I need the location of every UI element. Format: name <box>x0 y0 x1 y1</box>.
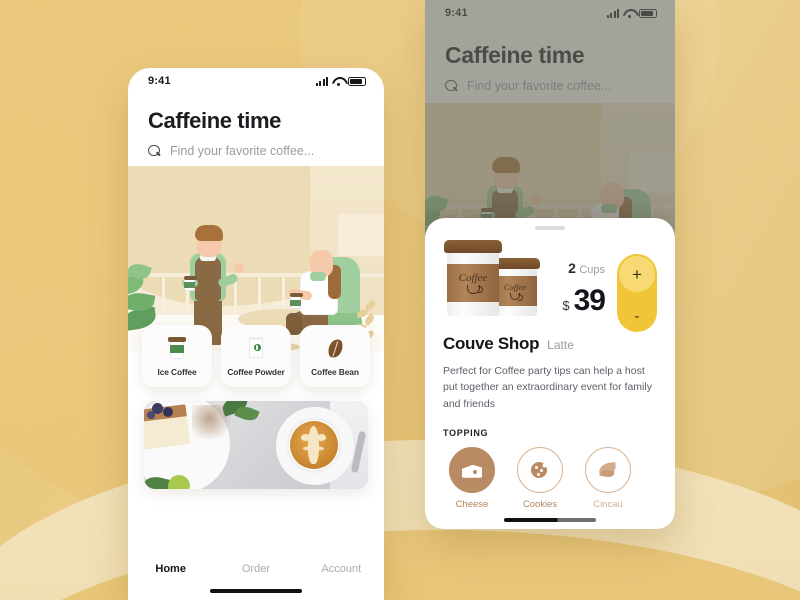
cincau-leaf-icon <box>598 461 618 479</box>
topping-option-list: Cheese Cookies Cincau <box>443 446 657 510</box>
shop-row: Couve Shop Latte <box>443 334 657 354</box>
home-indicator[interactable] <box>504 518 596 522</box>
left-phone-screen: 9:41 Caffeine time Find your favorite co… <box>128 68 384 600</box>
coffee-cup-large: Coffee <box>444 240 502 316</box>
category-card-list: Ice Coffee Coffee Powder Coffee Bean <box>128 325 384 387</box>
cheese-icon <box>462 462 482 478</box>
product-detail-sheet: Coffee Coffee 2 Cups $ 39 + - Couve Shop… <box>425 218 675 529</box>
cake-and-latte-photo[interactable] <box>144 401 368 489</box>
nav-item-home[interactable]: Home <box>128 563 213 575</box>
category-label: Ice Coffee <box>157 367 197 377</box>
category-label: Coffee Powder <box>227 367 285 377</box>
topping-section-title: TOPPING <box>443 427 489 438</box>
cafe-people-illustration <box>128 166 384 351</box>
price-block: 2 Cups $ 39 <box>549 232 609 318</box>
product-variant: Latte <box>547 338 574 352</box>
cup-glyph-icon <box>510 293 523 301</box>
status-icons <box>315 76 366 86</box>
category-card-coffee-bean[interactable]: Coffee Bean <box>300 325 370 387</box>
search-icon <box>148 144 161 158</box>
search-input[interactable]: Find your favorite coffee... <box>170 144 314 158</box>
battery-icon <box>348 76 366 86</box>
nav-item-order[interactable]: Order <box>213 563 298 575</box>
illustration-woman-cup <box>290 293 303 309</box>
topping-label: Cincau <box>593 498 623 510</box>
price-value: 39 <box>573 284 606 317</box>
topping-label: Cheese <box>455 498 489 510</box>
quantity-display: 2 Cups <box>549 260 605 276</box>
right-phone-screen: 9:41 Caffeine time Find your favorite co… <box>425 0 675 529</box>
category-label: Coffee Bean <box>311 367 359 377</box>
coffee-cup-small: Coffee <box>490 258 540 316</box>
category-card-coffee-powder[interactable]: Coffee Powder <box>221 325 291 387</box>
topping-circle[interactable] <box>449 446 495 493</box>
status-time: 9:41 <box>148 75 171 87</box>
decrease-quantity-button[interactable]: - <box>617 309 657 324</box>
topping-circle[interactable] <box>585 446 631 493</box>
cup-sleeve-label: Coffee <box>458 272 488 284</box>
price-row: $ 39 <box>549 284 606 318</box>
topping-option-cincau[interactable]: Cincau <box>583 446 633 510</box>
illustration-man-cup <box>184 276 197 291</box>
increase-quantity-button[interactable]: + <box>619 256 655 292</box>
illustration-plant <box>128 260 174 333</box>
topping-circle[interactable] <box>517 446 563 493</box>
coffee-powder-pack-icon <box>244 335 268 361</box>
topping-option-cheese[interactable]: Cheese <box>447 446 497 510</box>
home-indicator[interactable] <box>210 589 302 593</box>
cookie-icon <box>530 460 550 479</box>
quantity-stepper[interactable]: + - <box>617 254 657 332</box>
coffee-bean-icon <box>323 335 347 361</box>
cup-glyph-icon <box>466 285 483 294</box>
quantity-value: 2 <box>568 260 576 276</box>
ice-coffee-cup-icon <box>165 335 189 361</box>
product-description: Perfect for Coffee party tips can help a… <box>443 365 652 410</box>
currency-symbol: $ <box>562 298 570 313</box>
cup-sleeve-label: Coffee <box>503 282 527 292</box>
page-background <box>0 0 800 600</box>
topping-option-cookies[interactable]: Cookies <box>515 446 565 510</box>
search-bar[interactable]: Find your favorite coffee... <box>128 134 384 158</box>
product-summary: Coffee Coffee 2 Cups $ 39 + - <box>443 232 657 332</box>
topping-label: Cookies <box>522 498 558 510</box>
sheet-grab-handle[interactable] <box>535 226 565 230</box>
quantity-unit: Cups <box>579 264 605 276</box>
wifi-icon <box>332 77 344 86</box>
two-coffee-cups-illustration: Coffee Coffee <box>443 234 541 322</box>
signal-bars-icon <box>315 76 328 86</box>
page-title: Caffeine time <box>148 108 281 133</box>
nav-item-account[interactable]: Account <box>299 563 384 575</box>
shop-name: Couve Shop <box>443 334 540 353</box>
category-card-ice-coffee[interactable]: Ice Coffee <box>142 325 212 387</box>
status-bar: 9:41 <box>128 68 384 94</box>
bottom-navigation: Home Order Account <box>128 549 384 600</box>
